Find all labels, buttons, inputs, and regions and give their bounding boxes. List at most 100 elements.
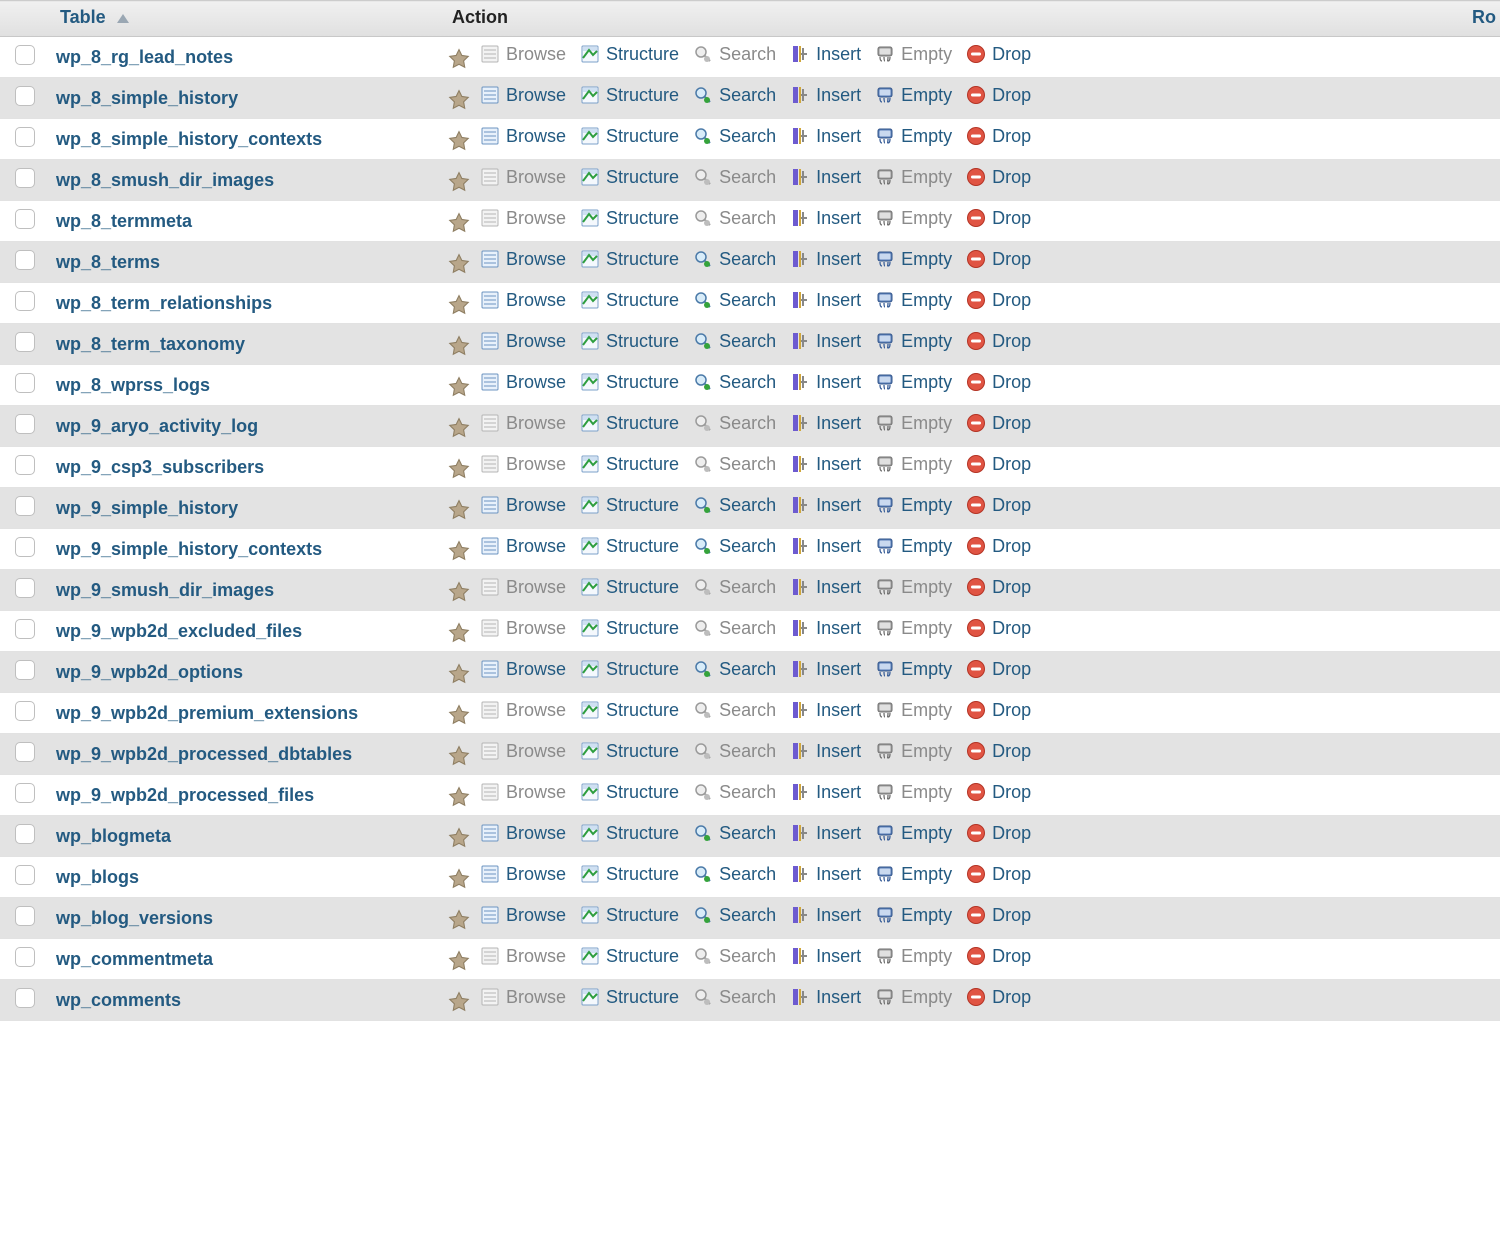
browse-action[interactable]: Browse <box>480 536 566 557</box>
search-action[interactable]: Search <box>693 782 776 803</box>
structure-action[interactable]: Structure <box>580 249 679 270</box>
row-checkbox[interactable] <box>15 742 35 762</box>
search-action[interactable]: Search <box>693 946 776 967</box>
row-checkbox[interactable] <box>15 332 35 352</box>
structure-action[interactable]: Structure <box>580 413 679 434</box>
browse-action[interactable]: Browse <box>480 823 566 844</box>
search-action[interactable]: Search <box>693 372 776 393</box>
empty-action[interactable]: Empty <box>875 208 952 229</box>
empty-action[interactable]: Empty <box>875 536 952 557</box>
table-name-link[interactable]: wp_9_simple_history_contexts <box>56 539 322 559</box>
empty-action[interactable]: Empty <box>875 864 952 885</box>
favorite-star[interactable] <box>448 171 470 193</box>
insert-action[interactable]: Insert <box>790 536 861 557</box>
drop-action[interactable]: Drop <box>966 618 1031 639</box>
search-action[interactable]: Search <box>693 208 776 229</box>
empty-action[interactable]: Empty <box>875 741 952 762</box>
favorite-star[interactable] <box>448 499 470 521</box>
table-name-link[interactable]: wp_9_wpb2d_processed_files <box>56 785 314 805</box>
favorite-star[interactable] <box>448 786 470 808</box>
search-action[interactable]: Search <box>693 249 776 270</box>
browse-action[interactable]: Browse <box>480 946 566 967</box>
insert-action[interactable]: Insert <box>790 946 861 967</box>
empty-action[interactable]: Empty <box>875 577 952 598</box>
drop-action[interactable]: Drop <box>966 495 1031 516</box>
row-checkbox[interactable] <box>15 701 35 721</box>
drop-action[interactable]: Drop <box>966 44 1031 65</box>
row-checkbox[interactable] <box>15 537 35 557</box>
empty-action[interactable]: Empty <box>875 495 952 516</box>
browse-action[interactable]: Browse <box>480 741 566 762</box>
favorite-star[interactable] <box>448 458 470 480</box>
structure-action[interactable]: Structure <box>580 618 679 639</box>
browse-action[interactable]: Browse <box>480 659 566 680</box>
structure-action[interactable]: Structure <box>580 167 679 188</box>
browse-action[interactable]: Browse <box>480 290 566 311</box>
table-name-link[interactable]: wp_9_wpb2d_premium_extensions <box>56 703 358 723</box>
table-name-link[interactable]: wp_comments <box>56 990 181 1010</box>
browse-action[interactable]: Browse <box>480 618 566 639</box>
structure-action[interactable]: Structure <box>580 331 679 352</box>
structure-action[interactable]: Structure <box>580 782 679 803</box>
empty-action[interactable]: Empty <box>875 618 952 639</box>
row-checkbox[interactable] <box>15 660 35 680</box>
empty-action[interactable]: Empty <box>875 823 952 844</box>
row-checkbox[interactable] <box>15 865 35 885</box>
empty-action[interactable]: Empty <box>875 44 952 65</box>
empty-action[interactable]: Empty <box>875 249 952 270</box>
favorite-star[interactable] <box>448 622 470 644</box>
favorite-star[interactable] <box>448 581 470 603</box>
drop-action[interactable]: Drop <box>966 372 1031 393</box>
structure-action[interactable]: Structure <box>580 823 679 844</box>
empty-action[interactable]: Empty <box>875 167 952 188</box>
favorite-star[interactable] <box>448 909 470 931</box>
empty-action[interactable]: Empty <box>875 290 952 311</box>
row-checkbox[interactable] <box>15 373 35 393</box>
table-name-link[interactable]: wp_9_wpb2d_options <box>56 662 243 682</box>
structure-action[interactable]: Structure <box>580 905 679 926</box>
empty-action[interactable]: Empty <box>875 372 952 393</box>
table-name-link[interactable]: wp_9_wpb2d_excluded_files <box>56 621 302 641</box>
empty-action[interactable]: Empty <box>875 700 952 721</box>
structure-action[interactable]: Structure <box>580 208 679 229</box>
search-action[interactable]: Search <box>693 577 776 598</box>
drop-action[interactable]: Drop <box>966 823 1031 844</box>
search-action[interactable]: Search <box>693 290 776 311</box>
structure-action[interactable]: Structure <box>580 741 679 762</box>
drop-action[interactable]: Drop <box>966 536 1031 557</box>
structure-action[interactable]: Structure <box>580 85 679 106</box>
favorite-star[interactable] <box>448 540 470 562</box>
search-action[interactable]: Search <box>693 864 776 885</box>
structure-action[interactable]: Structure <box>580 577 679 598</box>
row-checkbox[interactable] <box>15 168 35 188</box>
drop-action[interactable]: Drop <box>966 782 1031 803</box>
search-action[interactable]: Search <box>693 167 776 188</box>
search-action[interactable]: Search <box>693 454 776 475</box>
insert-action[interactable]: Insert <box>790 454 861 475</box>
browse-action[interactable]: Browse <box>480 44 566 65</box>
row-checkbox[interactable] <box>15 455 35 475</box>
drop-action[interactable]: Drop <box>966 290 1031 311</box>
favorite-star[interactable] <box>448 212 470 234</box>
insert-action[interactable]: Insert <box>790 659 861 680</box>
favorite-star[interactable] <box>448 827 470 849</box>
browse-action[interactable]: Browse <box>480 413 566 434</box>
drop-action[interactable]: Drop <box>966 659 1031 680</box>
empty-action[interactable]: Empty <box>875 413 952 434</box>
structure-action[interactable]: Structure <box>580 700 679 721</box>
table-name-link[interactable]: wp_8_term_taxonomy <box>56 334 245 354</box>
search-action[interactable]: Search <box>693 126 776 147</box>
insert-action[interactable]: Insert <box>790 782 861 803</box>
structure-action[interactable]: Structure <box>580 987 679 1008</box>
insert-action[interactable]: Insert <box>790 864 861 885</box>
favorite-star[interactable] <box>448 868 470 890</box>
row-checkbox[interactable] <box>15 127 35 147</box>
insert-action[interactable]: Insert <box>790 823 861 844</box>
row-checkbox[interactable] <box>15 947 35 967</box>
insert-action[interactable]: Insert <box>790 208 861 229</box>
table-name-link[interactable]: wp_9_csp3_subscribers <box>56 457 264 477</box>
table-name-link[interactable]: wp_8_rg_lead_notes <box>56 47 233 67</box>
browse-action[interactable]: Browse <box>480 249 566 270</box>
row-checkbox[interactable] <box>15 619 35 639</box>
structure-action[interactable]: Structure <box>580 536 679 557</box>
